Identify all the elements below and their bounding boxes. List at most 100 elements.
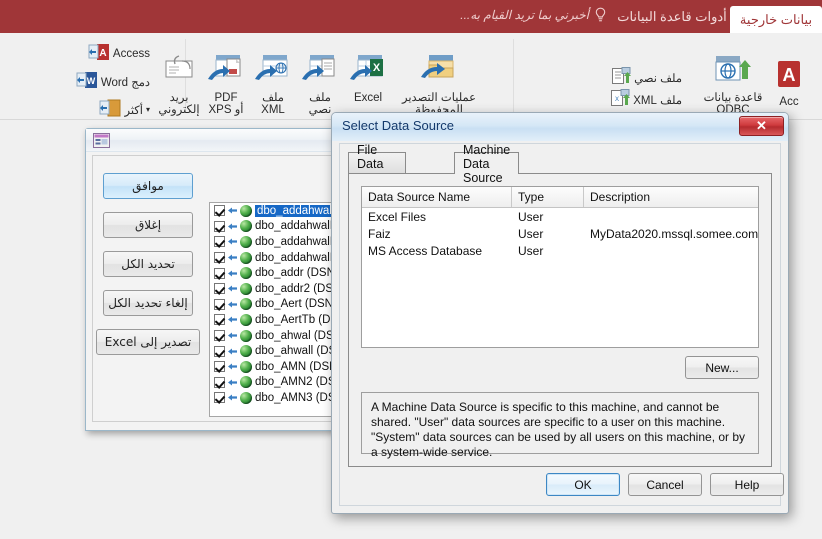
checkbox-icon[interactable] [214, 252, 225, 264]
checkbox-icon[interactable] [214, 283, 225, 295]
list-item-label: dbo_AertTb (DS [255, 313, 339, 326]
tell-me-search[interactable]: أخبرني بما تريد القيام به... [460, 7, 607, 23]
btn-ok-ar-label: موافق [132, 179, 164, 193]
grid-header-row: Data Source Name Type Description [362, 187, 758, 208]
checkbox-icon[interactable] [214, 236, 225, 248]
link-arrow-icon [228, 253, 237, 262]
btn-close-ar[interactable]: إغلاق [103, 212, 193, 238]
grid-header-type[interactable]: Type [512, 187, 584, 207]
svg-text:A: A [99, 48, 106, 59]
link-arrow-icon [228, 378, 237, 387]
checkbox-icon[interactable] [214, 345, 225, 357]
cancel-button-label: Cancel [646, 477, 684, 492]
linked-table-globe-icon [240, 204, 252, 217]
ribbon-saved-exports[interactable]: عمليات التصدير المحفوظة [396, 53, 482, 116]
close-icon[interactable]: ✕ [739, 116, 784, 136]
ribbon-export-pdf-xps[interactable]: PDF أو XPS [203, 53, 249, 116]
table-row[interactable]: Excel Files User [362, 208, 758, 225]
tab-database-tools[interactable]: أدوات قاعدة البيانات [617, 0, 727, 33]
link-arrow-icon [228, 315, 237, 324]
btn-export-excel-ar-label: تصدير إلى Excel [104, 335, 192, 349]
cell-data-source-name: Faiz [368, 226, 391, 241]
dialog-body: File Data Source Machine Data Source Dat… [339, 143, 784, 506]
list-item-label: dbo_ahwal (DSN [255, 329, 342, 342]
ribbon-export-text-file-label-2: نصي [308, 104, 332, 116]
dialog-title-bar[interactable]: Select Data Source ✕ [332, 113, 788, 141]
linked-table-globe-icon [240, 282, 252, 295]
checkbox-icon[interactable] [214, 361, 225, 373]
select-data-source-dialog[interactable]: Select Data Source ✕ File Data Source Ma… [331, 112, 789, 514]
ribbon-import-xml-file-label: ملف XML [633, 94, 682, 107]
checkbox-icon[interactable] [214, 205, 225, 217]
btn-select-all-ar-label: تحديد الكل [121, 257, 175, 271]
btn-close-ar-label: إغلاق [134, 218, 162, 232]
ribbon-import-xml-file[interactable]: X ملف XML [610, 89, 682, 110]
link-arrow-icon [228, 362, 237, 371]
ribbon-import-text-file[interactable]: ملف نصي [611, 67, 682, 88]
checkbox-icon[interactable] [214, 267, 225, 279]
checkbox-icon[interactable] [214, 298, 225, 310]
ribbon-export-word-merge[interactable]: W دمج Word [76, 71, 150, 92]
access-database-icon: A [772, 57, 806, 94]
tab-database-tools-label: أدوات قاعدة البيانات [617, 8, 727, 24]
tab-external-data[interactable]: بيانات خارجية [730, 6, 822, 33]
ribbon-import-odbc[interactable]: قاعدة بيانات ODBC [692, 53, 774, 116]
link-arrow-icon [228, 206, 237, 215]
ribbon-export-email[interactable]: بريد إلكتروني [156, 53, 202, 116]
pdf-xps-icon [206, 53, 246, 90]
list-item-label: dbo_addr2 (DSN [255, 282, 342, 295]
checkbox-icon[interactable] [214, 376, 225, 388]
grid-body: Excel Files User Faiz User MyData2020.mssql.… [362, 208, 758, 259]
linked-table-globe-icon [240, 267, 252, 280]
tab-machine-data-source[interactable]: Machine Data Source [454, 143, 520, 185]
cell-data-source-name: MS Access Database [368, 243, 483, 258]
cancel-button[interactable]: Cancel [628, 473, 702, 496]
tab-file-data-source[interactable]: File Data Source [348, 143, 406, 185]
machine-data-source-page: Data Source Name Type Description Excel … [348, 173, 772, 467]
checkbox-icon[interactable] [214, 314, 225, 326]
list-item-label: dbo_Aert (DSN= [255, 298, 340, 311]
checkbox-icon[interactable] [214, 220, 225, 232]
tell-me-label: أخبرني بما تريد القيام به... [460, 8, 589, 22]
new-button-label: New... [705, 360, 739, 375]
data-source-grid[interactable]: Data Source Name Type Description Excel … [361, 186, 759, 348]
svg-text:X: X [615, 97, 619, 103]
ok-button-label: OK [574, 477, 592, 492]
btn-deselect-all-ar[interactable]: إلغاء تحديد الكل [103, 290, 193, 316]
btn-deselect-all-ar-label: إلغاء تحديد الكل [108, 296, 188, 310]
ribbon-export-text-file[interactable]: ملف نصي [298, 53, 342, 116]
chevron-down-icon: ▾ [145, 105, 150, 114]
link-arrow-icon [228, 331, 237, 340]
link-arrow-icon [228, 269, 237, 278]
btn-ok-ar[interactable]: موافق [103, 173, 193, 199]
svg-text:W: W [87, 76, 96, 86]
ribbon-body: A Acc قاعدة بيانات ODBC ملف نصي X ملف XM… [0, 33, 822, 128]
ribbon-saved-exports-label-1: عمليات التصدير [401, 92, 477, 104]
ribbon-export-excel[interactable]: X Excel [344, 53, 392, 104]
grid-header-description[interactable]: Description [584, 187, 758, 207]
description-box: A Machine Data Source is specific to thi… [361, 392, 759, 459]
linked-table-globe-icon [240, 376, 252, 389]
link-arrow-icon [228, 393, 237, 402]
link-arrow-icon [228, 222, 237, 231]
btn-select-all-ar[interactable]: تحديد الكل [103, 251, 193, 277]
btn-export-excel-ar[interactable]: تصدير إلى Excel [96, 329, 200, 355]
grid-header-name[interactable]: Data Source Name [362, 187, 512, 207]
saved-exports-icon [417, 53, 461, 90]
help-button[interactable]: Help [710, 473, 784, 496]
lightbulb-icon [594, 7, 607, 23]
checkbox-icon[interactable] [214, 330, 225, 342]
table-row[interactable]: Faiz User MyData2020.mssql.somee.com [362, 225, 758, 242]
table-row[interactable]: MS Access Database User [362, 242, 758, 259]
cell-data-source-name: Excel Files [368, 209, 427, 224]
ok-button[interactable]: OK [546, 473, 620, 496]
ribbon-export-more[interactable]: أكثر ▾ [99, 99, 150, 120]
ribbon-export-access-label: Access [112, 47, 150, 60]
xml-file-import-icon: X [610, 89, 631, 110]
ribbon-export-pdf-label-1: PDF [214, 92, 238, 104]
linked-table-globe-icon [240, 251, 252, 264]
checkbox-icon[interactable] [214, 392, 225, 404]
new-button[interactable]: New... [685, 356, 759, 379]
ribbon-export-access[interactable]: A Access [88, 43, 150, 64]
ribbon-export-xml-file[interactable]: ملف XML [251, 53, 295, 116]
